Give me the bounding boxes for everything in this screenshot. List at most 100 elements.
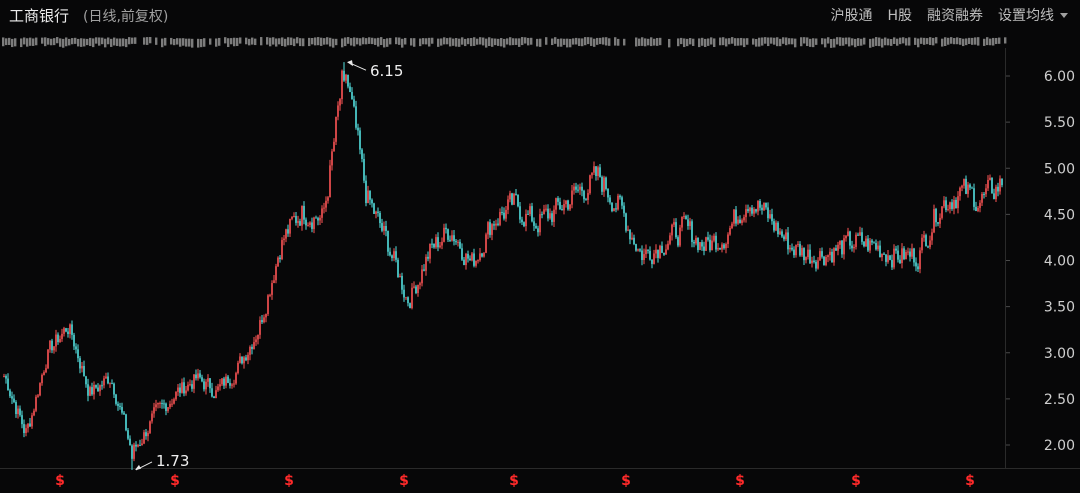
ma-legend-block	[737, 38, 740, 46]
ma-legend-block	[557, 38, 560, 47]
candle	[331, 148, 333, 171]
candle	[323, 202, 325, 214]
candle	[297, 215, 299, 228]
dividend-marker-icon[interactable]: $	[735, 473, 745, 489]
candle	[215, 385, 217, 399]
candle	[273, 274, 275, 284]
ma-legend-block	[932, 37, 935, 46]
ma-legend-block	[842, 37, 845, 46]
candle	[185, 386, 187, 396]
ma-legend-block	[365, 38, 368, 45]
ma-legend-block	[803, 37, 806, 44]
candle	[951, 199, 953, 211]
candle	[309, 221, 311, 228]
candle	[709, 234, 711, 253]
candle	[711, 235, 713, 251]
ma-legend-block	[929, 37, 932, 45]
ma-legend-block	[701, 37, 704, 46]
ma-legend-block	[14, 38, 17, 47]
candle	[853, 244, 855, 253]
candle	[923, 230, 925, 242]
ma-settings-button[interactable]: 设置均线	[998, 5, 1054, 25]
ma-legend-block	[134, 37, 137, 44]
h-share-tab[interactable]: H股	[887, 5, 912, 25]
ma-legend-block	[761, 37, 764, 46]
ma-legend-block	[854, 38, 857, 48]
candle	[433, 243, 435, 249]
ma-legend-block	[569, 38, 572, 48]
candle	[463, 257, 465, 266]
candle	[775, 220, 777, 232]
ma-legend-block	[20, 38, 23, 48]
candle	[867, 235, 869, 253]
candle	[649, 246, 651, 261]
ma-legend-block	[431, 37, 434, 44]
candle	[339, 98, 341, 111]
margin-trading-tab[interactable]: 融资融券	[927, 5, 983, 25]
candle	[727, 232, 729, 248]
candle	[461, 243, 463, 261]
candle	[329, 159, 331, 198]
ma-legend-block	[491, 38, 494, 47]
ma-legend-block	[794, 38, 797, 48]
candle	[933, 204, 935, 234]
candle	[107, 372, 109, 385]
ma-legend-block	[650, 37, 653, 47]
candle	[665, 244, 667, 255]
candle	[857, 232, 859, 236]
candle	[667, 240, 669, 251]
chevron-down-icon[interactable]	[1060, 12, 1068, 18]
candle	[333, 138, 335, 152]
candle	[717, 243, 719, 252]
ma-legend-block	[926, 38, 929, 45]
ma-legend-block	[947, 37, 950, 45]
dividend-marker-icon[interactable]: $	[509, 473, 519, 489]
ma-legend-block	[767, 37, 770, 47]
candle	[81, 361, 83, 373]
candle	[253, 337, 255, 350]
ma-legend-block	[401, 38, 404, 48]
ma-legend-block	[23, 37, 26, 45]
candle	[111, 379, 113, 385]
candle	[507, 195, 509, 215]
candle	[813, 255, 815, 264]
candle	[597, 165, 599, 181]
ma-legend-block	[464, 38, 467, 47]
ma-legend-block	[425, 38, 428, 45]
candle	[171, 398, 173, 408]
candle	[631, 232, 633, 241]
candle	[587, 189, 589, 205]
dividend-marker-icon[interactable]: $	[965, 473, 975, 489]
candle	[17, 405, 19, 419]
dividend-marker-icon[interactable]: $	[284, 473, 294, 489]
candle	[959, 186, 961, 201]
candle	[481, 252, 483, 258]
candle	[993, 188, 995, 200]
ma-legend-block	[53, 38, 56, 46]
dividend-marker-icon[interactable]: $	[621, 473, 631, 489]
candle	[305, 217, 307, 230]
ma-legend-block	[128, 37, 131, 45]
ma-legend-block	[482, 37, 485, 46]
ma-legend-block	[179, 38, 182, 47]
candle	[75, 343, 77, 354]
ma-legend-block	[905, 38, 908, 46]
ma-legend-block	[266, 37, 269, 45]
candle	[217, 383, 219, 392]
candle	[291, 216, 293, 221]
candle	[39, 382, 41, 397]
dividend-marker-icon[interactable]: $	[170, 473, 180, 489]
ma-legend-block	[659, 37, 662, 46]
candle	[545, 204, 547, 212]
ma-legend-block	[368, 37, 371, 44]
dividend-marker-icon[interactable]: $	[399, 473, 409, 489]
candle	[917, 263, 919, 272]
ma-legend-block	[698, 38, 701, 48]
dividend-marker-icon[interactable]: $	[851, 473, 861, 489]
candle	[569, 203, 571, 211]
candle	[849, 230, 851, 250]
ma-legend-block	[320, 37, 323, 46]
candle	[625, 212, 627, 233]
dividend-marker-icon[interactable]: $	[55, 473, 65, 489]
hk-connect-tab[interactable]: 沪股通	[830, 5, 872, 25]
